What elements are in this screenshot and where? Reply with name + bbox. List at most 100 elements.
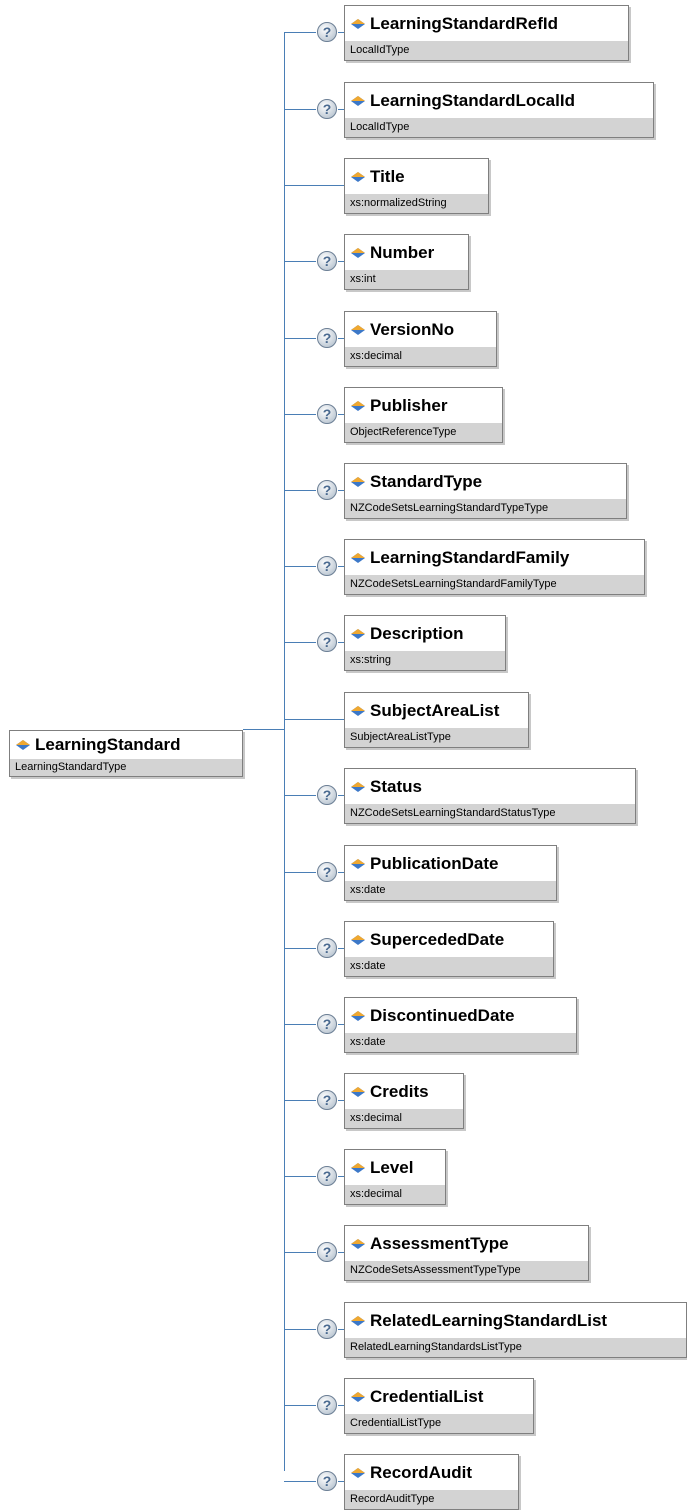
child-connector <box>284 642 316 643</box>
child-element-type: xs:int <box>345 270 468 289</box>
child-element-type: LocalIdType <box>345 118 653 137</box>
element-diamond-icon <box>351 248 365 258</box>
element-diamond-icon <box>351 935 365 945</box>
child-element-name: DiscontinuedDate <box>370 1006 515 1025</box>
optional-question-icon[interactable]: ? <box>316 1089 338 1111</box>
child-connector <box>284 1024 316 1025</box>
child-element-box[interactable]: AssessmentType NZCodeSetsAssessmentTypeTy… <box>344 1225 589 1281</box>
element-diamond-icon <box>351 782 365 792</box>
child-element-name: Description <box>370 624 464 643</box>
child-connector <box>284 719 344 720</box>
element-diamond-icon <box>351 401 365 411</box>
child-element-box[interactable]: CredentialList CredentialListType <box>344 1378 534 1434</box>
element-diamond-icon <box>351 1163 365 1173</box>
optional-question-icon[interactable]: ? <box>316 327 338 349</box>
element-diamond-icon <box>351 1011 365 1021</box>
child-element-box[interactable]: VersionNo xs:decimal <box>344 311 497 367</box>
optional-question-icon[interactable]: ? <box>316 403 338 425</box>
svg-text:?: ? <box>323 558 332 574</box>
svg-text:?: ? <box>323 1397 332 1413</box>
child-element-box[interactable]: Description xs:string <box>344 615 506 671</box>
child-element-box[interactable]: SupercededDate xs:date <box>344 921 554 977</box>
optional-question-icon[interactable]: ? <box>316 98 338 120</box>
optional-question-icon[interactable]: ? <box>316 861 338 883</box>
child-element-type: LocalIdType <box>345 41 628 60</box>
optional-question-icon[interactable]: ? <box>316 1013 338 1035</box>
child-connector <box>284 32 316 33</box>
element-diamond-icon <box>351 325 365 335</box>
child-element-type: xs:date <box>345 957 553 976</box>
root-element-type: LearningStandardType <box>10 759 242 776</box>
root-element-name: LearningStandard <box>35 734 181 754</box>
svg-text:?: ? <box>323 1244 332 1260</box>
optional-question-icon[interactable]: ? <box>316 250 338 272</box>
child-element-name: LearningStandardLocalId <box>370 91 575 110</box>
child-element-box[interactable]: Title xs:normalizedString <box>344 158 489 214</box>
optional-question-icon[interactable]: ? <box>316 555 338 577</box>
child-element-box[interactable]: LearningStandardRefId LocalIdType <box>344 5 629 61</box>
svg-text:?: ? <box>323 787 332 803</box>
child-connector <box>284 338 316 339</box>
child-connector <box>284 1252 316 1253</box>
child-element-box[interactable]: SubjectAreaList SubjectAreaListType <box>344 692 529 748</box>
child-connector <box>284 795 316 796</box>
optional-question-icon[interactable]: ? <box>316 1394 338 1416</box>
child-connector <box>284 1176 316 1177</box>
child-element-box[interactable]: Status NZCodeSetsLearningStandardStatusTy… <box>344 768 636 824</box>
child-connector <box>284 948 316 949</box>
element-diamond-icon <box>351 1316 365 1326</box>
root-connector <box>243 729 284 730</box>
child-element-box[interactable]: Level xs:decimal <box>344 1149 446 1205</box>
element-diamond-icon <box>351 1468 365 1478</box>
svg-text:?: ? <box>323 406 332 422</box>
optional-question-icon[interactable]: ? <box>316 784 338 806</box>
child-element-box[interactable]: LearningStandardFamily NZCodeSetsLearning… <box>344 539 645 595</box>
child-element-type: ObjectReferenceType <box>345 423 502 442</box>
optional-question-icon[interactable]: ? <box>316 1318 338 1340</box>
child-element-type: xs:date <box>345 1033 576 1052</box>
optional-question-icon[interactable]: ? <box>316 631 338 653</box>
svg-text:?: ? <box>323 253 332 269</box>
child-element-box[interactable]: LearningStandardLocalId LocalIdType <box>344 82 654 138</box>
child-connector <box>284 261 316 262</box>
child-element-type: RelatedLearningStandardsListType <box>345 1338 686 1357</box>
child-element-type: NZCodeSetsLearningStandardTypeType <box>345 499 626 518</box>
element-diamond-icon <box>351 96 365 106</box>
child-element-type: NZCodeSetsLearningStandardStatusType <box>345 804 635 823</box>
optional-question-icon[interactable]: ? <box>316 937 338 959</box>
child-element-type: xs:decimal <box>345 1185 445 1204</box>
child-connector <box>284 185 344 186</box>
svg-text:?: ? <box>323 864 332 880</box>
optional-question-icon[interactable]: ? <box>316 1165 338 1187</box>
child-element-type: NZCodeSetsLearningStandardFamilyType <box>345 575 644 594</box>
child-element-type: xs:string <box>345 651 505 670</box>
child-element-name: CredentialList <box>370 1387 484 1406</box>
optional-question-icon[interactable]: ? <box>316 21 338 43</box>
child-element-type: NZCodeSetsAssessmentTypeType <box>345 1261 588 1280</box>
svg-text:?: ? <box>323 1321 332 1337</box>
child-connector <box>284 1405 316 1406</box>
child-element-box[interactable]: StandardType NZCodeSetsLearningStandardTy… <box>344 463 627 519</box>
child-element-name: Publisher <box>370 396 448 415</box>
child-element-box[interactable]: RelatedLearningStandardList RelatedLearni… <box>344 1302 687 1358</box>
child-element-name: StandardType <box>370 472 483 491</box>
child-connector <box>284 1481 316 1482</box>
child-element-box[interactable]: Credits xs:decimal <box>344 1073 464 1129</box>
optional-question-icon[interactable]: ? <box>316 479 338 501</box>
child-element-box[interactable]: PublicationDate xs:date <box>344 845 557 901</box>
element-diamond-icon <box>351 629 365 639</box>
element-diamond-icon <box>351 553 365 563</box>
child-connector <box>284 490 316 491</box>
child-element-box[interactable]: DiscontinuedDate xs:date <box>344 997 577 1053</box>
optional-question-icon[interactable]: ? <box>316 1470 338 1492</box>
svg-text:?: ? <box>323 940 332 956</box>
root-element-box[interactable]: LearningStandard LearningStandardType <box>9 730 243 777</box>
child-connector <box>284 872 316 873</box>
child-element-box[interactable]: RecordAudit RecordAuditType <box>344 1454 519 1510</box>
child-element-name: Level <box>370 1158 414 1177</box>
child-element-box[interactable]: Number xs:int <box>344 234 469 290</box>
child-element-name: SupercededDate <box>370 930 505 949</box>
tree-trunk <box>284 33 285 1471</box>
optional-question-icon[interactable]: ? <box>316 1241 338 1263</box>
child-element-box[interactable]: Publisher ObjectReferenceType <box>344 387 503 443</box>
